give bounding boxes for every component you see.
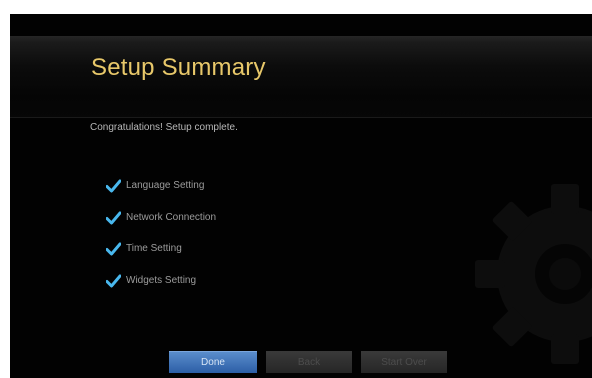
completion-message: Congratulations! Setup complete.	[90, 122, 238, 133]
start-over-button[interactable]: Start Over	[361, 351, 447, 373]
setup-screen: Setup Summary Congratulations! Setup com…	[10, 14, 592, 378]
step-label: Network Connection	[126, 211, 217, 223]
checkmark-icon	[106, 274, 121, 287]
done-button[interactable]: Done	[169, 351, 257, 373]
step-label: Language Setting	[126, 180, 205, 191]
gear-icon	[475, 184, 592, 364]
step-item-time: Time Setting	[106, 242, 216, 274]
checkmark-icon	[106, 242, 121, 256]
page-title: Setup Summary	[91, 54, 266, 81]
step-label: Widgets Setting	[126, 274, 197, 286]
checkmark-icon	[106, 179, 121, 193]
step-item-language: Language Setting	[106, 179, 216, 211]
step-item-widgets: Widgets Setting	[106, 274, 216, 306]
checkmark-icon	[106, 211, 121, 224]
header-divider	[10, 117, 592, 118]
step-label: Time Setting	[126, 243, 182, 254]
back-button[interactable]: Back	[266, 351, 352, 373]
step-item-network: Network Connection	[106, 211, 216, 243]
setup-steps-list: Language Setting Network Connection Time…	[106, 179, 216, 305]
